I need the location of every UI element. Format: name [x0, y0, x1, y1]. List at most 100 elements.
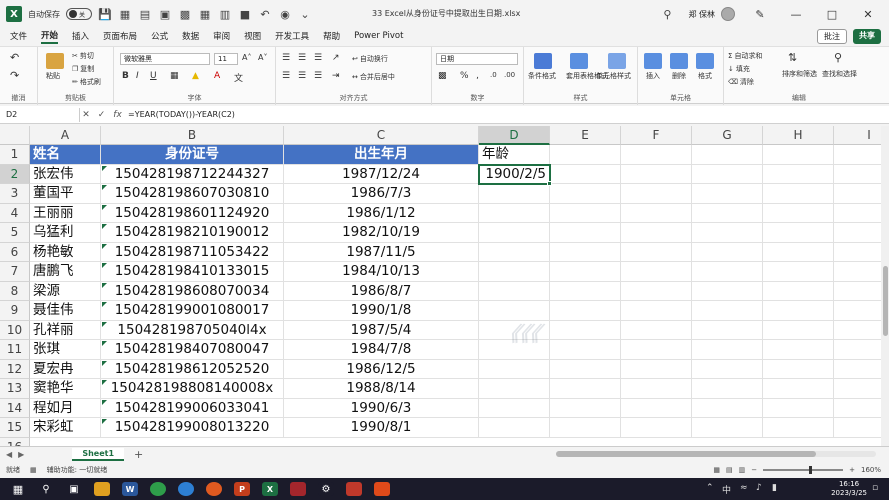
empty-cell[interactable] [550, 203, 621, 223]
search-icon[interactable]: ⚲ [660, 7, 674, 21]
merge-center-button[interactable]: ↔ 合并后居中 [352, 72, 395, 82]
empty-cell[interactable] [763, 418, 834, 438]
age-cell[interactable] [479, 242, 550, 262]
settings-icon[interactable]: ⚙ [318, 482, 334, 496]
insert-cells-icon[interactable] [644, 53, 662, 69]
empty-cell[interactable] [550, 340, 621, 360]
horizontal-scrollbar[interactable] [556, 451, 876, 457]
empty-cell[interactable] [692, 281, 763, 301]
id-cell[interactable]: 150428198601124920 [101, 203, 284, 223]
volume-icon[interactable]: ♪ [756, 483, 762, 493]
name-box[interactable]: D2 [0, 107, 80, 122]
tab-data[interactable]: 数据 [182, 30, 199, 42]
sort-filter-icon[interactable]: ⇅ [788, 51, 797, 64]
tab-formulas[interactable]: 公式 [151, 30, 168, 42]
cube-icon[interactable]: ▣ [158, 7, 172, 21]
browser-green-icon[interactable] [150, 482, 166, 496]
id-cell[interactable]: 150428198410133015 [101, 262, 284, 282]
undo-icon[interactable]: ↶ [258, 7, 272, 21]
id-cell[interactable]: 150428198612052520 [101, 359, 284, 379]
empty-cell[interactable] [692, 398, 763, 418]
spreadsheet-grid[interactable]: A B C D E F G H I 1 姓名 身份证号 出生年月 年龄 2 张宏伟 15042819871224… [0, 126, 889, 446]
empty-cell[interactable] [621, 340, 692, 360]
pen-icon[interactable]: ✎ [749, 8, 771, 21]
paste-button[interactable]: 粘贴 [46, 71, 60, 81]
close-button[interactable]: ✕ [857, 8, 879, 21]
name-cell[interactable]: 夏宏冉 [30, 359, 101, 379]
row-header[interactable]: 4 [0, 203, 30, 223]
input-method-icon[interactable]: 中 [722, 483, 731, 496]
autosave-toggle[interactable]: 关 [66, 8, 92, 20]
align-middle-icon[interactable]: ☰ [298, 53, 306, 63]
name-cell[interactable]: 宋彩虹 [30, 418, 101, 438]
find-icon[interactable]: ⚲ [834, 51, 842, 64]
id-cell[interactable]: 150428199008013220 [101, 418, 284, 438]
birth-cell[interactable]: 1984/7/8 [284, 340, 479, 360]
row-header[interactable]: 16 [0, 437, 30, 446]
autosum-button[interactable]: Σ 自动求和 [728, 51, 762, 61]
app-red-icon[interactable] [346, 482, 362, 496]
word-icon[interactable]: W [122, 482, 138, 496]
column-header-e[interactable]: E [550, 126, 621, 145]
empty-cell[interactable] [763, 223, 834, 243]
bold-button[interactable]: B [122, 71, 129, 81]
empty-cell[interactable] [763, 398, 834, 418]
camera-icon[interactable]: ◉ [278, 7, 292, 21]
delete-cells-icon[interactable] [670, 53, 688, 69]
empty-cell[interactable] [692, 340, 763, 360]
empty-cell[interactable] [692, 203, 763, 223]
name-cell[interactable]: 聂佳伟 [30, 301, 101, 321]
id-cell[interactable]: 150428198705040l4x [101, 320, 284, 340]
empty-cell[interactable] [550, 379, 621, 399]
empty-cell[interactable] [692, 223, 763, 243]
column-header-f[interactable]: F [621, 126, 692, 145]
formula-input[interactable]: =YEAR(TODAY())-YEAR(C2) [124, 110, 235, 119]
tab-home[interactable]: 开始 [41, 29, 59, 44]
grid-icon[interactable]: ▩ [178, 7, 192, 21]
column-header-h[interactable]: H [763, 126, 834, 145]
name-cell[interactable]: 张宏伟 [30, 164, 101, 184]
page-layout-icon[interactable]: ▤ [726, 466, 733, 474]
edge-icon[interactable] [178, 482, 194, 496]
tab-help[interactable]: 帮助 [323, 30, 340, 42]
id-cell[interactable]: 150428198407080047 [101, 340, 284, 360]
tab-file[interactable]: 文件 [10, 30, 27, 42]
age-cell[interactable] [479, 398, 550, 418]
normal-view-icon[interactable]: ▦ [713, 466, 720, 474]
user-account[interactable]: 郑 保林 [688, 7, 735, 21]
birth-cell[interactable]: 1988/8/14 [284, 379, 479, 399]
border-icon[interactable]: ▦ [170, 71, 179, 81]
empty-cell[interactable] [621, 203, 692, 223]
cut-button[interactable]: ✂ 剪切 [72, 51, 94, 61]
age-cell[interactable] [479, 281, 550, 301]
name-cell[interactable]: 梁源 [30, 281, 101, 301]
empty-cell[interactable] [550, 359, 621, 379]
decrease-decimal-icon[interactable]: .00 [504, 71, 515, 79]
id-cell[interactable]: 150428199001080017 [101, 301, 284, 321]
empty-cell[interactable] [692, 184, 763, 204]
empty-cell[interactable] [550, 164, 621, 184]
comment-button[interactable]: 批注 [817, 29, 847, 44]
empty-cell[interactable] [621, 242, 692, 262]
id-cell[interactable]: 150428198808140008x [101, 379, 284, 399]
find-select-button[interactable]: 查找和选择 [822, 69, 857, 79]
name-cell[interactable]: 窦艳华 [30, 379, 101, 399]
battery-icon[interactable]: ▮ [772, 483, 777, 493]
sheet-next-icon[interactable]: ▶ [18, 450, 24, 459]
empty-cell[interactable] [692, 242, 763, 262]
page-break-icon[interactable]: ▥ [739, 466, 746, 474]
row-header[interactable]: 12 [0, 359, 30, 379]
tab-page-layout[interactable]: 页面布局 [103, 30, 137, 42]
empty-cell[interactable] [692, 301, 763, 321]
sheet-prev-icon[interactable]: ◀ [0, 450, 18, 459]
tab-insert[interactable]: 插入 [72, 30, 89, 42]
zoom-in-icon[interactable]: + [849, 466, 855, 474]
birth-cell[interactable]: 1990/1/8 [284, 301, 479, 321]
wrap-text-button[interactable]: ↩ 自动换行 [352, 54, 388, 64]
name-cell[interactable]: 张琪 [30, 340, 101, 360]
comma-icon[interactable]: ‚ [476, 71, 479, 81]
empty-cell[interactable] [692, 379, 763, 399]
empty-cell[interactable] [763, 379, 834, 399]
empty-cell[interactable] [763, 164, 834, 184]
age-cell[interactable] [479, 418, 550, 438]
